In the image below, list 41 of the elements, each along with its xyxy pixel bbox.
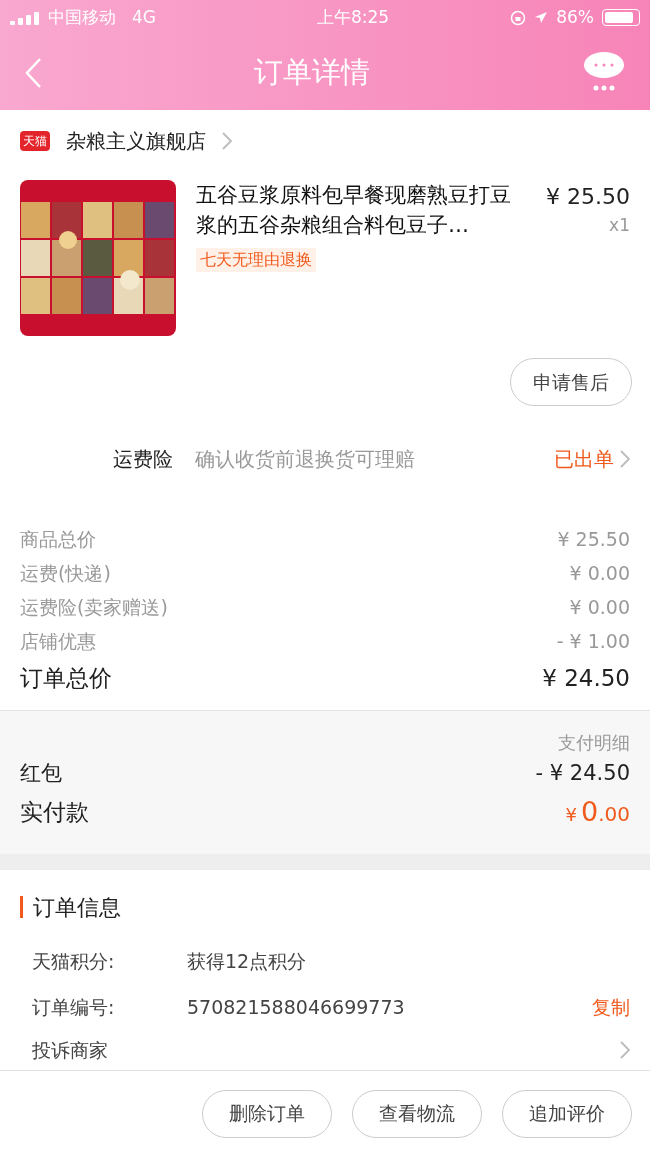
network-text: 4G (132, 5, 156, 29)
price-value: - ¥ 1.00 (556, 628, 630, 654)
product-title[interactable]: 五谷豆浆原料包早餐现磨熟豆打豆浆的五谷杂粮组合料包豆子… (196, 180, 524, 240)
product-price: ¥ 25.50 (546, 183, 630, 211)
gift-money-label: 红包 (20, 760, 62, 788)
insurance-label: 运费险 (112, 446, 174, 473)
signal-icon (10, 10, 40, 25)
section-title: 订单信息 (33, 893, 121, 922)
price-label: 运费险(卖家赠送) (20, 594, 168, 620)
price-value: ¥ 24.50 (542, 663, 630, 693)
gift-money-value: - ¥ 24.50 (535, 760, 630, 788)
back-icon[interactable] (24, 56, 42, 89)
price-label: 运费(快递) (20, 560, 111, 586)
price-label: 店铺优惠 (20, 628, 96, 654)
location-icon (534, 10, 549, 25)
store-name[interactable]: 杂粮主义旗舰店 (66, 126, 206, 156)
chevron-right-icon (620, 450, 630, 468)
insurance-description: 确认收货前退换货可理赔 (195, 446, 415, 472)
chevron-right-icon (222, 132, 232, 150)
complaint-link[interactable]: 投诉商家 (32, 1035, 108, 1065)
rotation-lock-icon (510, 9, 527, 26)
price-label: 商品总价 (20, 526, 96, 552)
info-label: 订单编号: (32, 994, 116, 1020)
return-tag: 七天无理由退换 (196, 248, 316, 272)
product-quantity: x1 (609, 214, 630, 237)
info-value: 570821588046699773 (187, 994, 405, 1020)
chevron-right-icon (620, 1041, 630, 1059)
info-label: 天猫积分: (32, 948, 116, 974)
battery-percent: 86% (556, 5, 594, 29)
paid-amount: ¥0.00 (565, 794, 630, 829)
price-value: ¥ 25.50 (557, 526, 630, 552)
battery-icon (602, 9, 640, 26)
page-title: 订单详情 (254, 53, 370, 91)
price-value: ¥ 0.00 (569, 560, 630, 586)
price-label: 订单总价 (20, 663, 112, 693)
carrier-text: 中国移动 (48, 5, 116, 29)
store-badge: 天猫 (20, 131, 50, 151)
price-value: ¥ 0.00 (569, 594, 630, 620)
info-value: 获得12点积分 (187, 948, 307, 974)
paid-label: 实付款 (20, 797, 89, 827)
clock-text: 上午8:25 (317, 5, 390, 29)
